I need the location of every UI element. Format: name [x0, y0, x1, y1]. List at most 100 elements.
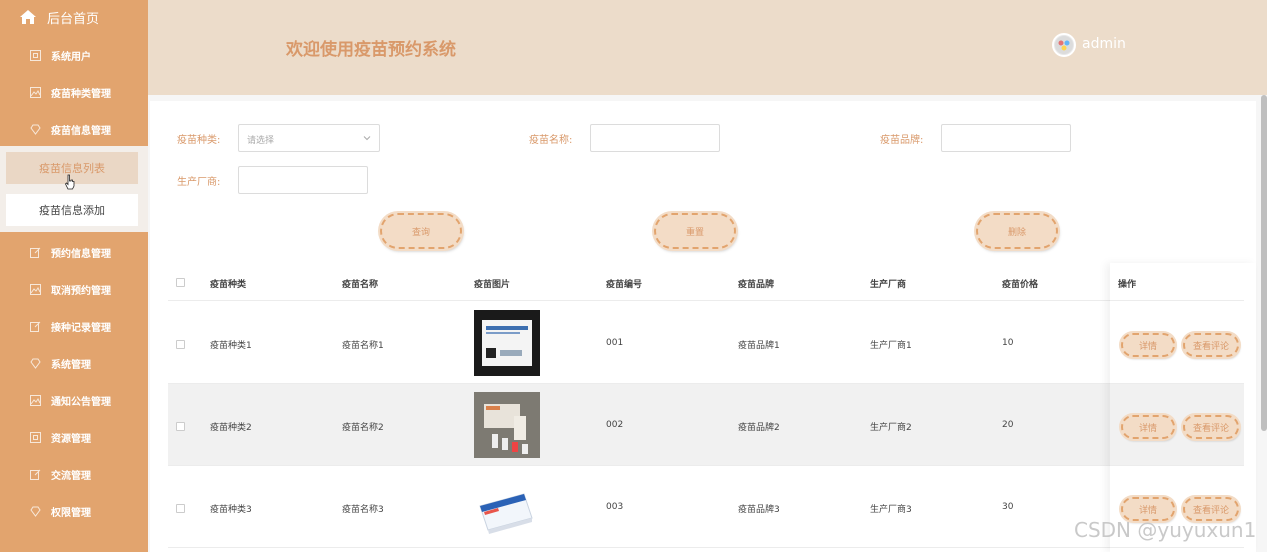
cell-maker: 生产厂商3 [870, 505, 912, 515]
chevron-down-icon [363, 136, 371, 141]
filter-type-label: 疫苗种类: [177, 135, 221, 146]
top-header: 欢迎使用疫苗预约系统 admin [148, 0, 1267, 95]
cell-name: 疫苗名称1 [342, 341, 384, 351]
col-image: 疫苗图片 [474, 280, 511, 290]
avatar-icon [1055, 36, 1073, 54]
sidebar-item-label: 权限管理 [51, 507, 91, 519]
cell-type: 疫苗种类3 [210, 505, 252, 515]
username[interactable]: admin [1082, 36, 1126, 52]
sidebar-item-system-users[interactable]: 系统用户 [0, 40, 148, 70]
hand-cursor-icon [65, 174, 75, 190]
cell-name: 疫苗名称3 [342, 505, 384, 515]
cell-code: 001 [606, 338, 624, 348]
delete-button[interactable]: 删除 [976, 213, 1058, 249]
row-checkbox[interactable] [176, 422, 185, 431]
col-price: 疫苗价格 [1002, 280, 1039, 290]
sidebar-item-label: 交流管理 [51, 470, 91, 482]
cell-price: 10 [1002, 338, 1014, 348]
sidebar-item-label: 系统用户 [51, 51, 91, 63]
sidebar-item-booking[interactable]: 预约信息管理 [0, 237, 148, 267]
sidebar-item-label: 疫苗信息管理 [51, 125, 111, 137]
sidebar: 后台首页 系统用户 疫苗种类管理 疫苗信息管理 疫苗信息列表 疫苗信息添加 预约… [0, 0, 148, 552]
table-row: 疫苗种类1 疫苗名称1 001 疫苗品牌1 生产厂商1 10 [168, 302, 1244, 384]
filter-maker-label: 生产厂商: [177, 177, 221, 188]
filter-brand-label: 疫苗品牌: [880, 135, 924, 146]
table-header: 疫苗种类 疫苗名称 疫苗图片 疫苗编号 疫苗品牌 生产厂商 疫苗价格 操作 [168, 263, 1244, 301]
actions-column: 详情 查看评论 详情 查看评论 详情 查看评论 [1110, 263, 1256, 552]
image-icon [30, 283, 41, 295]
row-checkbox[interactable] [176, 504, 185, 513]
square-icon [30, 49, 41, 61]
sidebar-item-vaccine-info[interactable]: 疫苗信息管理 [0, 114, 148, 144]
col-type: 疫苗种类 [210, 280, 247, 290]
view-reviews-button[interactable]: 查看评论 [1183, 333, 1239, 357]
filter-type-placeholder: 请选择 [247, 136, 275, 146]
sidebar-item-notice[interactable]: 通知公告管理 [0, 385, 148, 415]
cell-maker: 生产厂商1 [870, 341, 912, 351]
col-name: 疫苗名称 [342, 280, 379, 290]
diamond-icon [30, 124, 41, 135]
reset-button[interactable]: 重置 [654, 213, 736, 249]
vaccine-image [474, 392, 540, 458]
cell-code: 002 [606, 420, 624, 430]
sidebar-home-label: 后台首页 [47, 11, 100, 27]
sidebar-item-vaccine-type[interactable]: 疫苗种类管理 [0, 77, 148, 107]
cell-price: 20 [1002, 420, 1014, 430]
cell-name: 疫苗名称2 [342, 423, 384, 433]
sidebar-item-label: 预约信息管理 [51, 248, 111, 260]
vertical-scrollbar[interactable] [1261, 95, 1267, 431]
col-brand: 疫苗品牌 [738, 280, 775, 290]
view-reviews-button[interactable]: 查看评论 [1183, 415, 1239, 439]
image-icon [30, 86, 41, 98]
edit-icon [30, 321, 41, 332]
diamond-icon [30, 358, 41, 369]
cell-maker: 生产厂商2 [870, 423, 912, 433]
sidebar-item-label: 资源管理 [51, 433, 91, 445]
watermark: CSDN @yuyuxun1 [1074, 518, 1257, 542]
sidebar-item-vaccination-record[interactable]: 接种记录管理 [0, 311, 148, 341]
row-checkbox[interactable] [176, 340, 185, 349]
sidebar-home[interactable]: 后台首页 [0, 0, 148, 34]
sidebar-item-cancel-booking[interactable]: 取消预约管理 [0, 274, 148, 304]
detail-button[interactable]: 详情 [1121, 333, 1175, 357]
diamond-icon [30, 506, 41, 517]
sidebar-item-label: 通知公告管理 [51, 396, 111, 408]
sidebar-item-resources[interactable]: 资源管理 [0, 422, 148, 452]
vaccine-image [474, 474, 540, 540]
sidebar-item-label: 取消预约管理 [51, 285, 111, 297]
filter-type-select[interactable]: 请选择 [238, 124, 380, 152]
detail-button[interactable]: 详情 [1121, 415, 1175, 439]
sidebar-item-label: 疫苗种类管理 [51, 88, 111, 100]
sidebar-item-exchange[interactable]: 交流管理 [0, 459, 148, 489]
filter-name-label: 疫苗名称: [529, 135, 573, 146]
avatar[interactable] [1052, 33, 1076, 57]
table-row: 疫苗种类2 疫苗名称2 002 疫苗品牌2 生产厂商2 20 [168, 384, 1244, 466]
sidebar-item-system[interactable]: 系统管理 [0, 348, 148, 378]
sidebar-item-permissions[interactable]: 权限管理 [0, 496, 148, 526]
page-title: 欢迎使用疫苗预约系统 [286, 40, 456, 60]
cell-type: 疫苗种类2 [210, 423, 252, 433]
cell-brand: 疫苗品牌2 [738, 423, 780, 433]
square-icon [30, 431, 41, 443]
sidebar-item-label: 系统管理 [51, 359, 91, 371]
vaccine-image [474, 310, 540, 376]
edit-icon [30, 469, 41, 480]
col-maker: 生产厂商 [870, 280, 907, 290]
cell-price: 30 [1002, 502, 1014, 512]
filter-brand-input[interactable] [941, 124, 1071, 152]
cell-code: 003 [606, 502, 624, 512]
edit-icon [30, 247, 41, 258]
sidebar-item-label: 接种记录管理 [51, 322, 111, 334]
home-icon [20, 10, 36, 24]
filter-name-input[interactable] [590, 124, 720, 152]
filter-maker-input[interactable] [238, 166, 368, 194]
select-all-checkbox[interactable] [176, 278, 185, 287]
cell-brand: 疫苗品牌3 [738, 505, 780, 515]
col-code: 疫苗编号 [606, 280, 643, 290]
sidebar-subitem-vaccine-add[interactable]: 疫苗信息添加 [6, 194, 138, 226]
query-button[interactable]: 查询 [380, 213, 462, 249]
image-icon [30, 394, 41, 406]
cell-brand: 疫苗品牌1 [738, 341, 780, 351]
main-panel: 疫苗种类: 请选择 疫苗名称: 疫苗品牌: 生产厂商: 查询 重置 删除 疫苗种… [150, 101, 1256, 552]
cell-type: 疫苗种类1 [210, 341, 252, 351]
